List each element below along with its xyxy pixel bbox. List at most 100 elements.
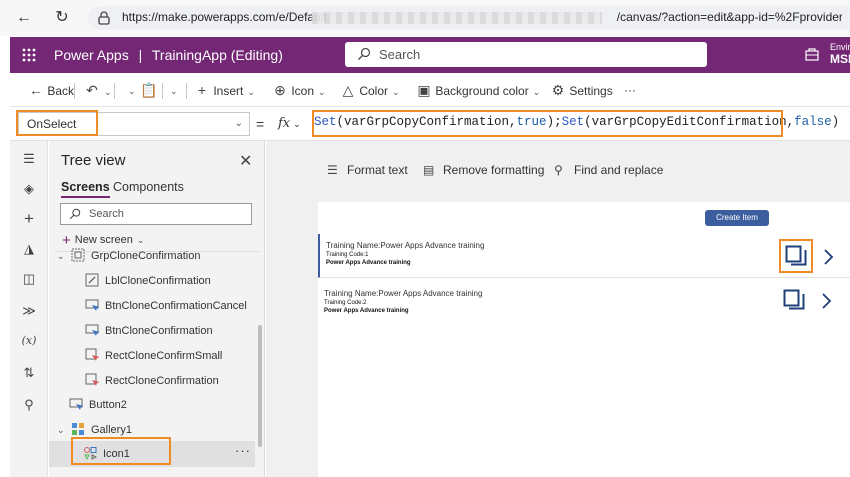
- title-separator: |: [138, 47, 143, 63]
- chevron-down-icon: ⌄: [318, 87, 326, 97]
- formula-token: false: [794, 115, 832, 129]
- undo-button[interactable]: ↶ ⌄: [84, 81, 112, 99]
- environment-icon[interactable]: [804, 47, 820, 63]
- equals-sign: =: [256, 116, 265, 132]
- app-launcher-icon[interactable]: [22, 48, 36, 62]
- background-color-button[interactable]: ▣ Background color ⌄: [416, 81, 540, 99]
- item-name: Power Apps Advance training: [324, 308, 409, 314]
- layers-icon[interactable]: ◈: [21, 181, 37, 197]
- app-screen-preview: Create Item Training Name:Power Apps Adv…: [318, 202, 850, 477]
- tree-node-rectcloneconfirmation[interactable]: RectCloneConfirmation: [85, 372, 219, 390]
- clipboard-icon: 📋: [140, 82, 158, 98]
- chevron-down-icon: ⌄: [136, 235, 145, 245]
- selected-node-highlight: [71, 437, 171, 465]
- item-title: Training Name:Power Apps Advance trainin…: [326, 241, 485, 250]
- chevron-down-icon: ⌄: [128, 86, 136, 96]
- label-icon: [85, 273, 99, 287]
- chevron-down-icon: ⌄: [104, 87, 112, 97]
- left-rail: ☰ ◈ + ◮ ◫ ≫ (x) ⇅ ⚲: [10, 141, 48, 477]
- chevron-down-icon: ⌄: [247, 87, 255, 97]
- address-bar[interactable]: https://make.powerapps.com/e/Default/can…: [88, 6, 850, 30]
- command-bar: ← Back ↶ ⌄ ⌄ 📋 ⌄ + Insert ⌄ ⊕ Icon ⌄ △ Colo…: [10, 73, 850, 107]
- environment-label[interactable]: Envir MSF: [830, 41, 850, 65]
- rectangle-icon: [85, 348, 99, 361]
- tree-node-rectcloneconfirmsmall[interactable]: RectCloneConfirmSmall: [85, 347, 222, 365]
- tree-node-grpcloneconfirmation[interactable]: ⌄ GrpCloneConfirmation: [57, 247, 200, 265]
- paste-dropdown[interactable]: ⌄: [166, 81, 178, 99]
- database-icon[interactable]: ◮: [21, 241, 37, 257]
- insert-button[interactable]: + Insert ⌄: [194, 81, 255, 99]
- create-item-button[interactable]: Create Item: [705, 210, 769, 226]
- copy-icon-highlight: [779, 239, 813, 273]
- chevron-right-icon[interactable]: [821, 292, 833, 310]
- tools-icon[interactable]: ⇅: [21, 365, 37, 381]
- button-icon: [85, 324, 99, 336]
- canvas-area: ☰ Format text ▤ Remove formatting ⚲ Find an…: [266, 141, 850, 477]
- browser-back-icon[interactable]: ←: [14, 8, 34, 28]
- power-automate-icon[interactable]: ≫: [21, 303, 37, 319]
- button-icon: [69, 398, 83, 410]
- lock-icon: [98, 11, 110, 25]
- color-button[interactable]: △ Color ⌄: [340, 81, 400, 99]
- property-highlight: [16, 110, 98, 136]
- tree-node-lblcloneconfirmation[interactable]: LblCloneConfirmation: [85, 272, 211, 290]
- hamburger-icon[interactable]: ☰: [21, 151, 37, 167]
- search-icon: [358, 47, 371, 60]
- insert-plus-icon[interactable]: +: [21, 210, 37, 227]
- undo-dropdown[interactable]: ⌄: [124, 81, 136, 99]
- item-name: Power Apps Advance training: [326, 260, 411, 266]
- chevron-down-icon: ⌄: [57, 251, 65, 261]
- item-code: Training Code:1: [326, 252, 369, 258]
- paste-button[interactable]: 📋: [140, 81, 158, 99]
- tree-node-btncloneconfirmationcancel[interactable]: BtnCloneConfirmationCancel: [85, 297, 247, 315]
- search-icon: ⚲: [554, 163, 563, 177]
- remove-formatting-button[interactable]: ▤ Remove formatting: [423, 163, 544, 177]
- gallery-item[interactable]: Training Name:Power Apps Advance trainin…: [318, 234, 850, 278]
- item-code: Training Code:2: [324, 300, 367, 306]
- gear-icon: ⚙: [551, 82, 565, 98]
- document-title: TrainingApp (Editing): [151, 47, 283, 63]
- close-icon[interactable]: ✕: [239, 151, 252, 171]
- tree-node-btncloneconfirmation[interactable]: BtnCloneConfirmation: [85, 322, 213, 340]
- app-title: Power Apps | TrainingApp (Editing): [54, 47, 283, 63]
- divider: [74, 83, 75, 99]
- tree-node-button2[interactable]: Button2: [69, 396, 127, 414]
- settings-button[interactable]: ⚙ Settings: [550, 81, 613, 99]
- browser-bar: ← ↻ https://make.powerapps.com/e/Default…: [0, 0, 850, 36]
- browser-refresh-icon[interactable]: ↻: [52, 8, 72, 28]
- fx-button[interactable]: fx ⌄: [272, 112, 312, 136]
- tree-search-input[interactable]: Search: [60, 203, 252, 225]
- app-header: Power Apps | TrainingApp (Editing) Searc…: [10, 37, 850, 73]
- tree-search-placeholder: Search: [89, 208, 124, 220]
- formula-highlight: [312, 110, 783, 137]
- find-replace-button[interactable]: ⚲ Find and replace: [554, 163, 663, 177]
- variables-icon[interactable]: (x): [21, 333, 37, 349]
- formula-bar: OnSelect ⌄ = fx ⌄ Set(varGrpCopyConfirmat…: [10, 107, 850, 141]
- gallery-item[interactable]: Training Name:Power Apps Advance trainin…: [318, 282, 850, 326]
- rectangle-icon: [85, 373, 99, 386]
- undo-icon: ↶: [86, 82, 98, 98]
- group-icon: [71, 248, 85, 262]
- tab-screens[interactable]: Screens: [61, 180, 110, 198]
- chevron-down-icon: ⌄: [57, 425, 65, 435]
- chevron-down-icon: ⌄: [293, 120, 301, 130]
- redacted-url-segment: [312, 12, 602, 24]
- app-name: Power Apps: [54, 47, 129, 63]
- tree-scrollbar[interactable]: [258, 325, 262, 447]
- icon-button[interactable]: ⊕ Icon ⌄: [272, 81, 326, 99]
- chevron-down-icon: ⌄: [170, 86, 178, 96]
- chevron-down-icon: ⌄: [234, 118, 243, 129]
- format-text-button[interactable]: ☰ Format text: [327, 163, 408, 177]
- copy-icon[interactable]: [782, 288, 806, 312]
- tree-view-title: Tree view: [61, 152, 126, 169]
- formula-token: ): [831, 115, 840, 129]
- node-more-options[interactable]: ···: [235, 443, 251, 458]
- tab-components[interactable]: Components: [113, 180, 184, 194]
- header-search-box[interactable]: Search: [345, 42, 707, 67]
- back-button[interactable]: ← Back: [28, 81, 74, 99]
- arrow-left-icon: ←: [29, 82, 43, 98]
- search-icon[interactable]: ⚲: [21, 397, 37, 413]
- media-icon[interactable]: ◫: [21, 271, 37, 287]
- chevron-right-icon[interactable]: [823, 248, 835, 266]
- more-commands-button[interactable]: ···: [624, 81, 636, 99]
